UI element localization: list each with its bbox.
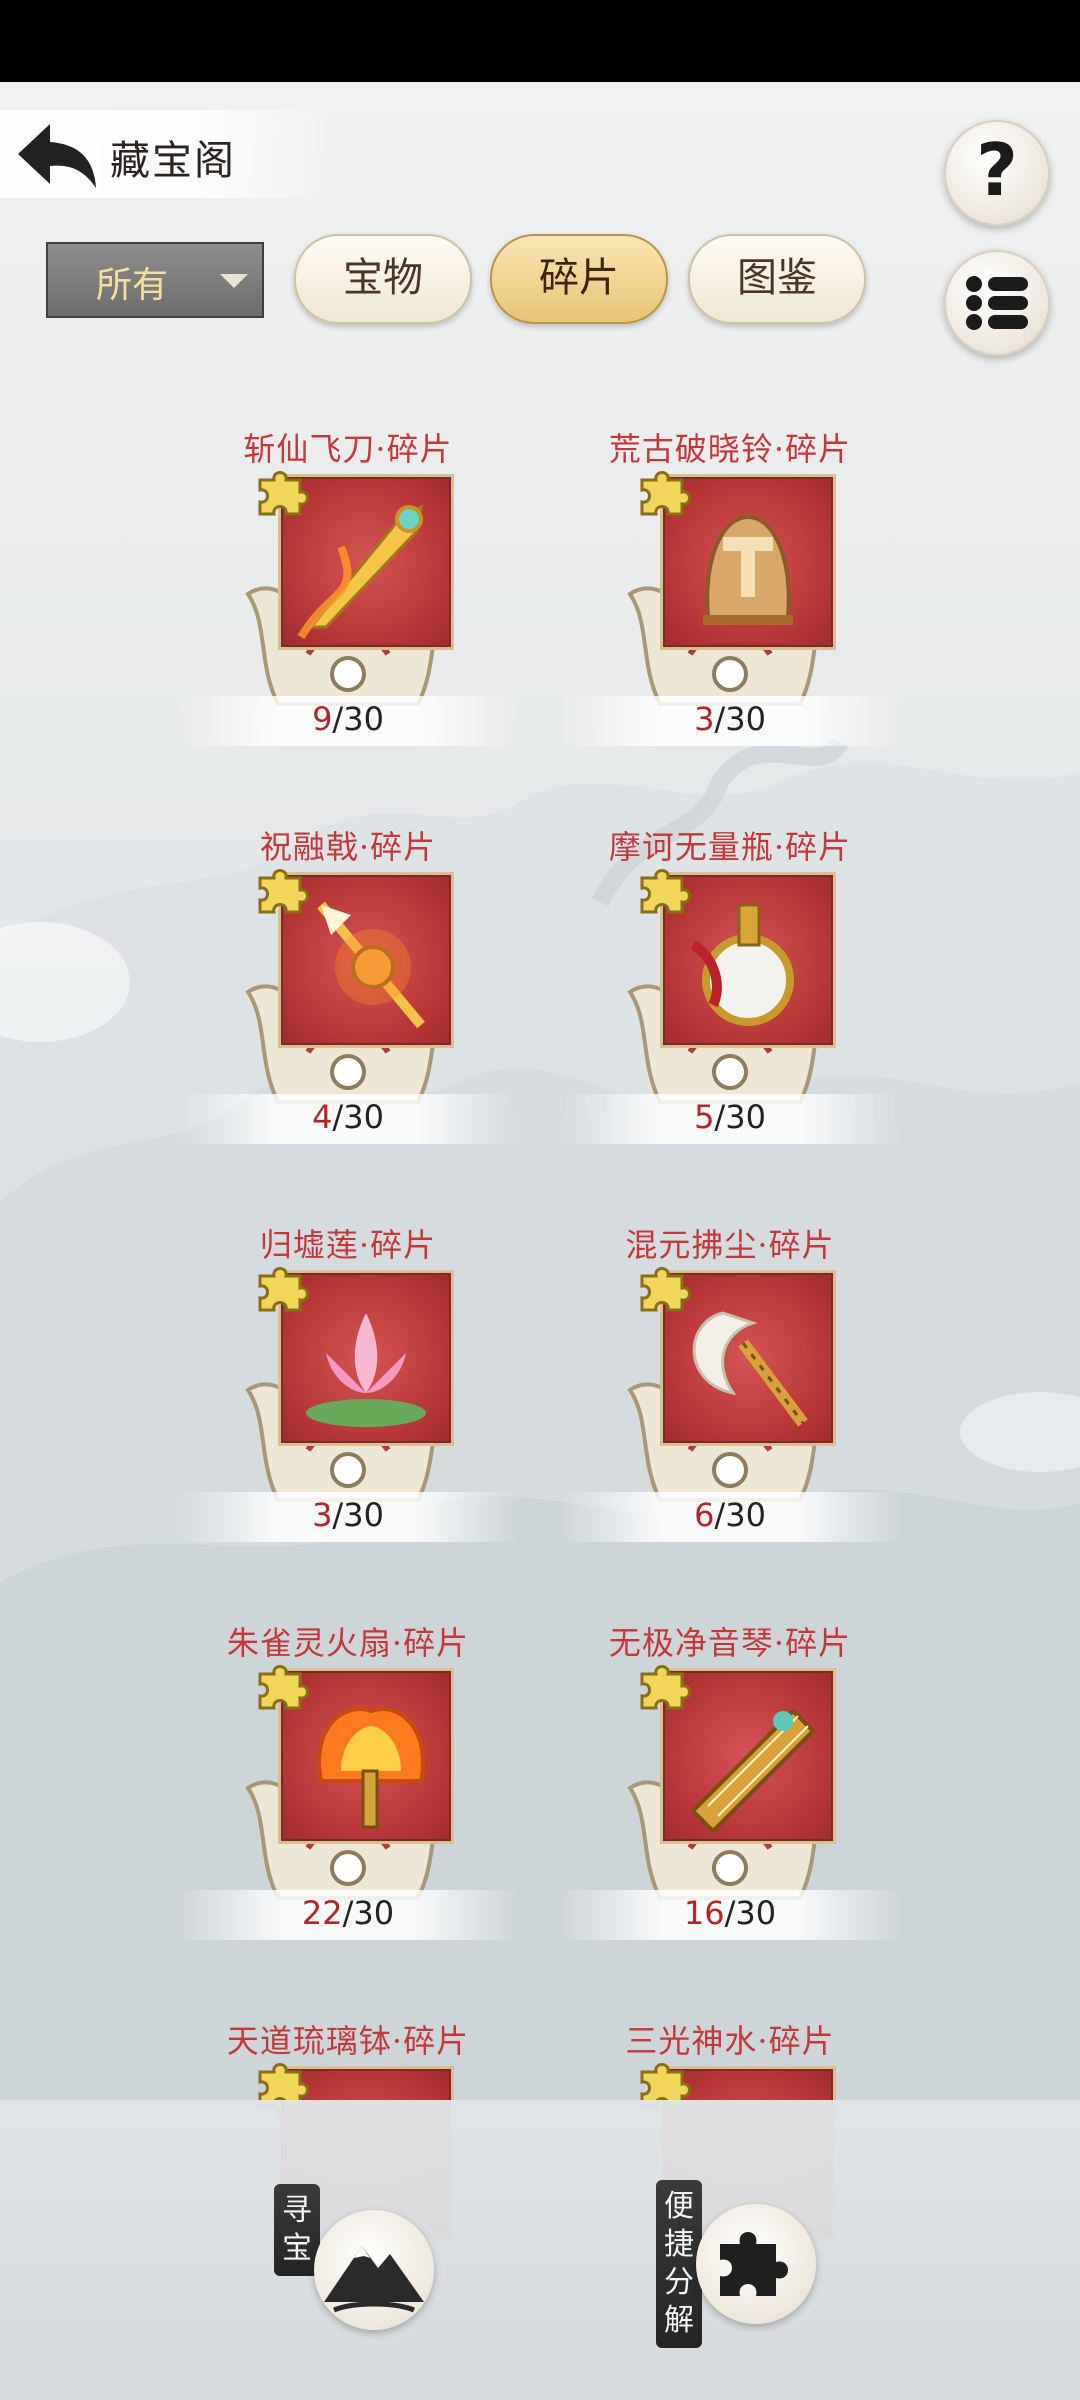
fragment-name: 荒古破晓铃·碎片 bbox=[608, 430, 852, 468]
question-mark-icon: ? bbox=[976, 128, 1018, 212]
fragment-owned: 16 bbox=[683, 1894, 725, 1932]
puzzle-piece-icon bbox=[258, 1665, 309, 1710]
fragment-required: /30 bbox=[714, 1496, 766, 1534]
fragment-owned: 6 bbox=[694, 1496, 715, 1534]
fragment-owned: 5 bbox=[694, 1098, 715, 1136]
mountain-icon bbox=[324, 2246, 424, 2313]
fragment-card[interactable]: 归墟莲·碎片 3/30 bbox=[178, 1220, 518, 1550]
fragment-required: /30 bbox=[332, 1496, 384, 1534]
back-arrow-icon bbox=[18, 124, 96, 188]
fragment-count: 3/30 bbox=[198, 1496, 498, 1534]
puzzle-piece-icon bbox=[258, 869, 309, 914]
tab-codex[interactable]: 图鉴 bbox=[688, 234, 866, 324]
fragment-count: 6/30 bbox=[580, 1496, 880, 1534]
fragment-card[interactable]: 祝融戟·碎片 4/30 bbox=[178, 822, 518, 1152]
puzzle-piece-icon bbox=[640, 1665, 691, 1710]
fragment-owned: 9 bbox=[312, 700, 333, 738]
fragment-required: /30 bbox=[714, 700, 766, 738]
fragment-required: /30 bbox=[332, 700, 384, 738]
puzzle-piece-icon bbox=[640, 1267, 691, 1312]
fragment-card[interactable]: 无极净音琴·碎片 16/30 bbox=[560, 1618, 900, 1948]
puzzle-piece-icon bbox=[640, 869, 691, 914]
fragment-count: 4/30 bbox=[198, 1098, 498, 1136]
fragment-required: /30 bbox=[342, 1894, 395, 1932]
fragment-name: 归墟莲·碎片 bbox=[259, 1226, 437, 1264]
fragment-name: 混元拂尘·碎片 bbox=[625, 1226, 835, 1264]
list-menu-button[interactable] bbox=[944, 250, 1050, 356]
puzzle-piece-icon bbox=[258, 1267, 309, 1312]
tab-fragment[interactable]: 碎片 bbox=[490, 234, 668, 324]
fragment-card[interactable]: 荒古破晓铃·碎片 3/30 bbox=[560, 424, 900, 754]
fragment-name: 无极净音琴·碎片 bbox=[608, 1624, 852, 1662]
puzzle-piece-icon bbox=[258, 471, 309, 516]
fragment-required: /30 bbox=[724, 1894, 777, 1932]
fragment-count: 5/30 bbox=[580, 1098, 880, 1136]
ink-landscape-background bbox=[0, 82, 1080, 2400]
fragment-owned: 3 bbox=[694, 700, 715, 738]
bottom-panel bbox=[0, 2100, 1080, 2400]
puzzle-piece-icon bbox=[640, 471, 691, 516]
fragment-name: 天道琉璃钵·碎片 bbox=[226, 2022, 470, 2060]
fragment-owned: 4 bbox=[312, 1098, 333, 1136]
fragment-required: /30 bbox=[714, 1098, 766, 1136]
fragment-owned: 22 bbox=[301, 1894, 343, 1932]
quick-decompose-button[interactable]: 便 捷 分 解 bbox=[656, 2170, 876, 2370]
quick-decompose-circle bbox=[696, 2204, 816, 2324]
fragment-count: 3/30 bbox=[580, 700, 880, 738]
back-button[interactable] bbox=[14, 118, 100, 194]
fragment-name: 斩仙飞刀·碎片 bbox=[243, 430, 453, 468]
chevron-down-icon bbox=[220, 274, 248, 288]
filter-selected-label: 所有 bbox=[96, 265, 169, 306]
fragment-card[interactable]: 摩诃无量瓶·碎片 5/30 bbox=[560, 822, 900, 1152]
list-icon bbox=[966, 276, 1028, 330]
fragment-card[interactable]: 朱雀灵火扇·碎片 22/30 bbox=[178, 1618, 518, 1948]
puzzle-icon bbox=[720, 2232, 788, 2296]
help-button[interactable]: ? bbox=[944, 120, 1050, 226]
seek-treasure-button[interactable]: 寻 宝 bbox=[274, 2170, 494, 2370]
fragment-owned: 3 bbox=[312, 1496, 333, 1534]
tab-treasure[interactable]: 宝物 bbox=[294, 234, 472, 324]
fragment-card[interactable]: 混元拂尘·碎片 6/30 bbox=[560, 1220, 900, 1550]
page-title: 藏宝阁 bbox=[110, 138, 236, 184]
fragment-card[interactable]: 斩仙飞刀·碎片 9/30 bbox=[178, 424, 518, 754]
seek-treasure-circle bbox=[314, 2210, 434, 2330]
fragment-name: 祝融戟·碎片 bbox=[259, 828, 437, 866]
status-bar bbox=[0, 0, 1080, 82]
fragment-name: 摩诃无量瓶·碎片 bbox=[608, 828, 852, 866]
category-filter-dropdown[interactable]: 所有 bbox=[46, 242, 264, 318]
fragment-count: 9/30 bbox=[198, 700, 498, 738]
fragment-required: /30 bbox=[332, 1098, 384, 1136]
fragment-count: 16/30 bbox=[580, 1894, 880, 1932]
fragment-count: 22/30 bbox=[198, 1894, 498, 1932]
fragment-name: 三光神水·碎片 bbox=[625, 2022, 835, 2060]
fragment-name: 朱雀灵火扇·碎片 bbox=[226, 1624, 470, 1662]
